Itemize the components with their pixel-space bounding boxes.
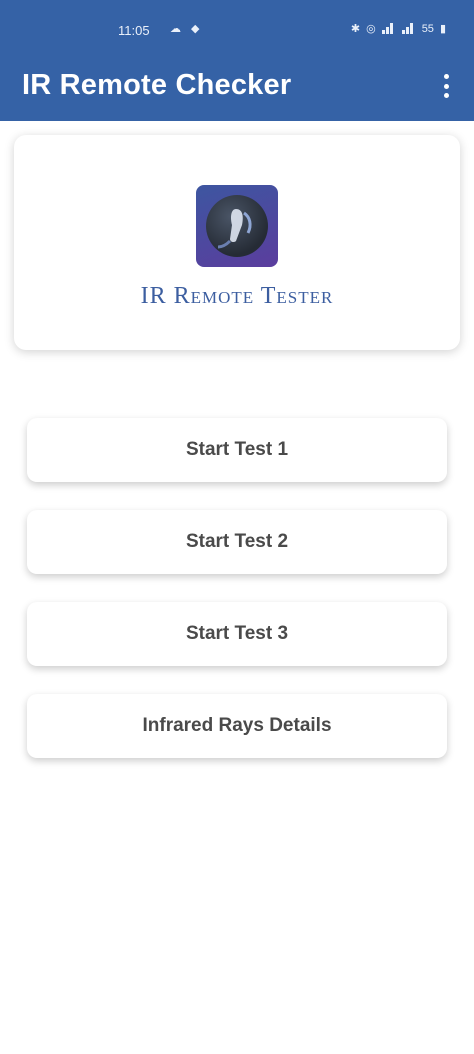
cloud-icon: ☁ (170, 23, 181, 35)
overflow-menu-icon[interactable] (438, 72, 454, 100)
header-card: IR Remote Tester (14, 135, 460, 350)
dot-icon: ◆ (191, 23, 200, 35)
alarm-icon: ◎ (366, 23, 376, 35)
status-left-icons: ☁ ◆ (170, 22, 199, 35)
infrared-rays-details-button[interactable]: Infrared Rays Details (27, 694, 447, 758)
status-bar: 11:05 ☁ ◆ ✱ ◎ 55 ▮ (0, 0, 474, 62)
battery-text: 55 (421, 22, 434, 35)
bluetooth-icon: ✱ (350, 23, 361, 35)
ir-remote-logo-icon (196, 185, 278, 267)
header-title: IR Remote Tester (140, 283, 334, 309)
battery-icon: ▮ (439, 23, 446, 35)
status-right-icons: ✱ ◎ 55 ▮ (350, 22, 446, 36)
app-bar: 11:05 ☁ ◆ ✱ ◎ 55 ▮ IR Remote Checker (0, 0, 474, 121)
start-test-3-button[interactable]: Start Test 3 (27, 602, 447, 666)
status-time: 11:05 (118, 23, 150, 38)
start-test-2-button[interactable]: Start Test 2 (27, 510, 447, 574)
app-title: IR Remote Checker (22, 69, 292, 101)
signal-icon (381, 23, 396, 34)
start-test-1-button[interactable]: Start Test 1 (27, 418, 447, 482)
signal-icon (401, 23, 416, 34)
